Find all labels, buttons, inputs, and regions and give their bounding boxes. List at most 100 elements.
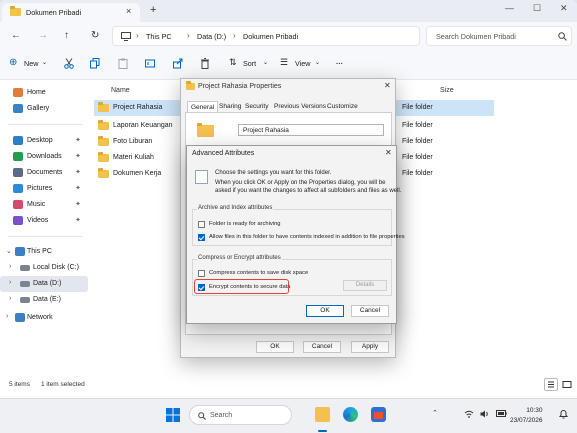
notification-bell-icon[interactable]: [559, 409, 568, 419]
new-tab-button[interactable]: +: [150, 4, 156, 16]
chevron-up-icon[interactable]: ⌃: [432, 409, 438, 417]
pin-icon: ✦: [75, 153, 81, 160]
tab-sharing[interactable]: Sharing: [216, 101, 244, 112]
sidebar-item-label: Local Disk (C:): [33, 264, 79, 271]
back-button[interactable]: ←: [11, 30, 21, 41]
up-button[interactable]: ↑: [64, 30, 69, 41]
properties-apply-button[interactable]: Apply: [351, 341, 389, 353]
sidebar-item-this-pc[interactable]: ⌄ This PC: [0, 244, 88, 260]
sidebar-item-data-e[interactable]: › Data (E:): [0, 292, 88, 308]
minimize-button[interactable]: —: [505, 3, 514, 13]
properties-ok-button[interactable]: OK: [256, 341, 294, 353]
delete-icon[interactable]: [200, 58, 210, 69]
chevron-right-icon[interactable]: ›: [9, 263, 11, 270]
tiles-view-icon[interactable]: [560, 378, 574, 391]
encrypt-highlight-box: [194, 279, 289, 294]
tab-close-icon[interactable]: ×: [126, 6, 131, 16]
taskbar-search[interactable]: Search: [189, 405, 292, 425]
breadcrumb-this-pc[interactable]: This PC: [146, 32, 172, 41]
advanced-cancel-button[interactable]: Cancel: [351, 305, 389, 317]
cut-icon[interactable]: [64, 58, 74, 69]
tab-security[interactable]: Security: [242, 101, 271, 112]
archive-checkbox[interactable]: [198, 221, 205, 228]
view-button[interactable]: View: [295, 59, 310, 68]
chevron-right-icon[interactable]: ›: [9, 279, 11, 286]
folder-icon: [98, 152, 109, 164]
sidebar-item-network[interactable]: › Network: [0, 310, 88, 326]
maximize-button[interactable]: ☐: [533, 3, 541, 14]
tab-dokumen-pribadi[interactable]: Dokumen Pribadi ×: [2, 3, 140, 22]
folder-icon: [98, 136, 109, 148]
chevron-right-icon[interactable]: ›: [6, 313, 8, 320]
documents-icon: [13, 168, 23, 177]
chevron-right-icon[interactable]: ›: [9, 295, 11, 302]
archive-index-group: Archive and Index attributes Folder is r…: [192, 205, 405, 246]
advanced-ok-button[interactable]: OK: [306, 305, 344, 317]
compress-checkbox[interactable]: [198, 270, 205, 277]
more-options-button[interactable]: ···: [336, 59, 343, 68]
sidebar-item-home[interactable]: Home: [0, 85, 88, 101]
column-header-name[interactable]: Name: [111, 87, 130, 94]
copy-icon[interactable]: [90, 58, 100, 69]
search-box[interactable]: Search Dokumen Pribadi: [426, 26, 572, 46]
tab-customize[interactable]: Customize: [324, 101, 361, 112]
pin-icon: ✦: [75, 185, 81, 192]
rename-icon[interactable]: [145, 58, 155, 69]
properties-close-button[interactable]: ✕: [384, 81, 391, 90]
sidebar-item-downloads[interactable]: Downloads ✦: [0, 149, 88, 165]
new-button[interactable]: New: [24, 59, 38, 68]
breadcrumb-data-d[interactable]: Data (D:): [197, 32, 226, 41]
sidebar-item-label: Network: [27, 314, 53, 321]
file-type: File folder: [402, 104, 433, 111]
start-icon[interactable]: [166, 408, 180, 422]
file-explorer-taskbar-icon[interactable]: [315, 407, 330, 422]
sort-button[interactable]: Sort: [243, 59, 256, 68]
tab-title: Dokumen Pribadi: [26, 8, 82, 17]
sidebar-item-local-disk-c[interactable]: › Local Disk (C:): [0, 260, 88, 276]
chevron-down-icon: ⌄: [315, 60, 321, 66]
advanced-close-button[interactable]: ✕: [385, 148, 392, 157]
sidebar-item-data-d[interactable]: › Data (D:): [0, 276, 88, 292]
close-window-button[interactable]: ✕: [560, 3, 568, 14]
sidebar-item-label: Data (D:): [33, 280, 62, 287]
store-icon[interactable]: [371, 407, 386, 422]
sidebar-item-pictures[interactable]: Pictures ✦: [0, 181, 88, 197]
archive-label: Folder is ready for archiving: [209, 221, 281, 227]
gallery-icon: [13, 104, 23, 113]
wifi-icon[interactable]: [464, 410, 474, 418]
folder-name-field[interactable]: Project Rahasia: [238, 124, 384, 136]
file-name: Materi Kuliah: [113, 154, 154, 161]
sidebar-item-desktop[interactable]: Desktop ✦: [0, 133, 88, 149]
details-view-icon[interactable]: [544, 378, 558, 391]
properties-cancel-button[interactable]: Cancel: [303, 341, 341, 353]
address-bar[interactable]: › This PC › Data (D:) › Dokumen Pribadi: [112, 26, 420, 46]
tab-previous-versions[interactable]: Previous Versions: [271, 101, 329, 112]
sidebar-item-videos[interactable]: Videos ✦: [0, 213, 88, 229]
paste-icon[interactable]: [118, 58, 128, 69]
battery-icon[interactable]: [496, 410, 507, 417]
file-type: File folder: [402, 122, 433, 129]
forward-button[interactable]: →: [38, 30, 48, 41]
column-header-size[interactable]: Size: [440, 87, 454, 94]
folder-icon: [98, 102, 109, 114]
sidebar-item-gallery[interactable]: Gallery: [0, 101, 88, 117]
pictures-icon: [13, 184, 23, 193]
breadcrumb-dokumen-pribadi[interactable]: Dokumen Pribadi: [243, 32, 298, 41]
search-placeholder: Search Dokumen Pribadi: [436, 32, 516, 41]
chevron-down-icon: ⌄: [42, 60, 48, 66]
details-button[interactable]: Details: [343, 280, 387, 291]
share-icon[interactable]: [173, 58, 183, 69]
sidebar-item-music[interactable]: Music ✦: [0, 197, 88, 213]
advanced-attributes-dialog: Advanced Attributes ✕ Choose the setting…: [186, 145, 405, 324]
attributes-icon: [195, 170, 208, 184]
breadcrumb-separator: ›: [187, 31, 190, 40]
chevron-down-icon[interactable]: ⌄: [6, 247, 12, 255]
index-checkbox[interactable]: [198, 234, 205, 241]
edge-browser-icon[interactable]: [343, 407, 358, 422]
file-name: Dokumen Kerja: [113, 170, 162, 177]
breadcrumb-separator: ›: [136, 31, 139, 40]
volume-icon[interactable]: [480, 410, 490, 418]
clock[interactable]: 10:30 23/07/2026: [510, 406, 543, 426]
refresh-button[interactable]: ↻: [91, 30, 99, 41]
sidebar-item-documents[interactable]: Documents ✦: [0, 165, 88, 181]
